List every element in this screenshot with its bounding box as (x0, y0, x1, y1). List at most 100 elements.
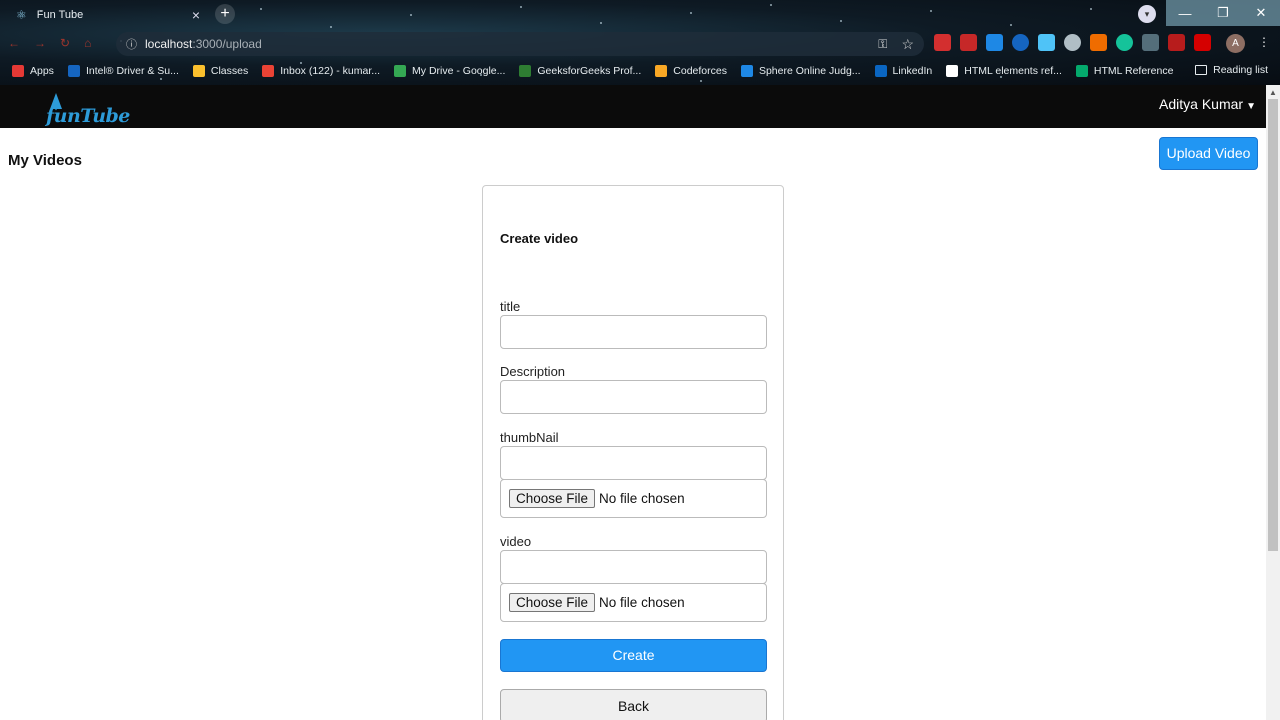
form-title: Create video (500, 231, 579, 246)
extension-icon[interactable] (1194, 34, 1211, 51)
page-scrollbar[interactable]: ▲ (1266, 85, 1280, 720)
url-path: :3000/upload (192, 37, 262, 51)
menu-kebab-icon[interactable]: ⋮ (1258, 35, 1270, 49)
translate-extension-icon[interactable] (986, 34, 1003, 51)
metamask-extension-icon[interactable] (1090, 34, 1107, 51)
upload-video-button[interactable]: Upload Video (1159, 137, 1258, 170)
extension-icon[interactable] (1142, 34, 1159, 51)
title-input[interactable] (500, 315, 767, 349)
bookmark-item[interactable]: HTML Reference (1075, 65, 1174, 77)
tab-search-icon[interactable]: ▾ (1138, 5, 1156, 23)
title-label: title (500, 299, 521, 314)
reading-list-label: Reading list (1213, 64, 1268, 76)
close-window-button[interactable]: ✕ (1242, 0, 1280, 26)
extension-icon[interactable] (1038, 34, 1055, 51)
user-name: Aditya Kumar (1159, 96, 1244, 112)
bookmark-label: HTML elements ref... (964, 65, 1062, 77)
bookmark-favicon-icon (740, 65, 753, 77)
bookmark-item[interactable]: Classes (192, 65, 249, 77)
tab-title: Fun Tube (36, 9, 84, 21)
bookmark-item[interactable]: Sphere Online Judg... (740, 65, 861, 77)
bookmark-item[interactable]: GeeksforGeeks Prof... (519, 65, 641, 77)
funtube-logo[interactable]: funTube (44, 93, 134, 127)
address-bar[interactable]: ⓘ localhost :3000/upload ⚿ ☆ (116, 32, 924, 56)
back-icon[interactable]: ← (8, 36, 20, 50)
bookmark-label: Inbox (122) - kumar... (280, 65, 381, 77)
bookmark-label: Apps (30, 65, 54, 77)
new-tab-button[interactable]: + (215, 4, 235, 24)
back-button[interactable]: Back (500, 689, 767, 720)
minimize-button[interactable]: — (1166, 0, 1204, 26)
forward-icon[interactable]: → (34, 36, 46, 50)
description-label: Description (500, 364, 566, 379)
browser-chrome: ⚛ Fun Tube × + ▾ — ❐ ✕ ← → ↻ ⌂ ⓘ localho… (0, 0, 1280, 85)
bookmark-item[interactable]: Codeforces (655, 65, 727, 77)
video-input[interactable] (500, 550, 767, 584)
url-host: localhost (145, 37, 193, 51)
bookmark-favicon-icon (192, 65, 205, 77)
caret-down-icon: ▼ (1246, 101, 1256, 112)
bookmark-label: Sphere Online Judg... (758, 65, 861, 77)
reading-list-button[interactable]: Reading list (1195, 64, 1268, 76)
scroll-up-icon[interactable]: ▲ (1269, 88, 1277, 97)
create-video-form: Create video title Description thumbNail… (482, 185, 784, 720)
bookmark-favicon-icon (67, 65, 80, 77)
bookmark-item[interactable]: Inbox (122) - kumar... (262, 65, 380, 77)
bookmark-item[interactable]: Apps (12, 65, 54, 77)
logo-text: funTube (46, 105, 130, 127)
extension-icon[interactable] (934, 34, 951, 51)
grammarly-extension-icon[interactable] (1116, 34, 1133, 51)
user-menu[interactable]: Aditya Kumar ▼ (1159, 96, 1256, 112)
site-info-icon[interactable]: ⓘ (126, 36, 137, 52)
bookmark-label: My Drive - Google... (412, 65, 506, 77)
profile-avatar[interactable]: A (1226, 34, 1245, 53)
bookmark-star-icon[interactable]: ☆ (901, 36, 914, 53)
extensions-bar (934, 34, 1211, 51)
react-icon: ⚛ (16, 8, 27, 22)
bookmark-item[interactable]: HTML elements ref... (946, 65, 1062, 77)
bookmark-favicon-icon (394, 65, 407, 77)
scrollbar-thumb[interactable] (1268, 99, 1278, 551)
video-file-status: No file chosen (599, 595, 685, 610)
bookmark-favicon-icon (519, 65, 532, 77)
video-file-picker: Choose File No file chosen (500, 583, 767, 622)
pdf-extension-icon[interactable] (960, 34, 977, 51)
nav-buttons: ← → ↻ ⌂ (8, 36, 91, 50)
video-choose-file-button[interactable]: Choose File (509, 593, 596, 612)
bookmark-label: Classes (210, 65, 249, 77)
bookmark-item[interactable]: My Drive - Google... (394, 65, 505, 77)
tab-close-icon[interactable]: × (192, 7, 200, 23)
bookmark-favicon-icon (1075, 65, 1088, 77)
bookmark-favicon-icon (655, 65, 668, 77)
bookmark-label: Codeforces (673, 65, 727, 77)
bookmark-label: LinkedIn (892, 65, 933, 77)
create-button[interactable]: Create (500, 639, 767, 672)
thumbnail-file-picker: Choose File No file chosen (500, 479, 767, 518)
extension-icon[interactable] (1168, 34, 1185, 51)
browser-toolbar: ← → ↻ ⌂ ⓘ localhost :3000/upload ⚿ ☆ A ⋮ (0, 30, 1280, 58)
page-title: My Videos (8, 152, 82, 169)
key-icon[interactable]: ⚿ (878, 37, 887, 52)
home-icon[interactable]: ⌂ (84, 36, 91, 50)
bookmark-label: HTML Reference (1093, 65, 1174, 77)
extension-icon[interactable] (1064, 34, 1081, 51)
bookmark-favicon-icon (12, 65, 24, 77)
bookmark-favicon-icon (874, 65, 887, 77)
browser-tab[interactable]: ⚛ Fun Tube × (8, 2, 208, 28)
reload-icon[interactable]: ↻ (60, 36, 70, 50)
thumbnail-input[interactable] (500, 446, 767, 480)
video-label: video (500, 534, 532, 549)
bookmark-favicon-icon (262, 65, 275, 77)
bookmark-favicon-icon (946, 65, 959, 77)
bookmarks-bar: Apps Intel® Driver & Su... Classes Inbox (1… (0, 60, 1280, 82)
description-input[interactable] (500, 380, 767, 414)
hp-extension-icon[interactable] (1012, 34, 1029, 51)
maximize-button[interactable]: ❐ (1204, 0, 1242, 26)
thumbnail-choose-file-button[interactable]: Choose File (509, 489, 596, 508)
thumbnail-file-status: No file chosen (599, 491, 685, 506)
app-header: funTube Aditya Kumar ▼ (0, 85, 1266, 128)
bookmark-item[interactable]: Intel® Driver & Su... (67, 65, 179, 77)
bookmark-label: Intel® Driver & Su... (85, 65, 179, 77)
bookmark-item[interactable]: LinkedIn (874, 65, 933, 77)
thumbnail-label: thumbNail (500, 430, 559, 445)
